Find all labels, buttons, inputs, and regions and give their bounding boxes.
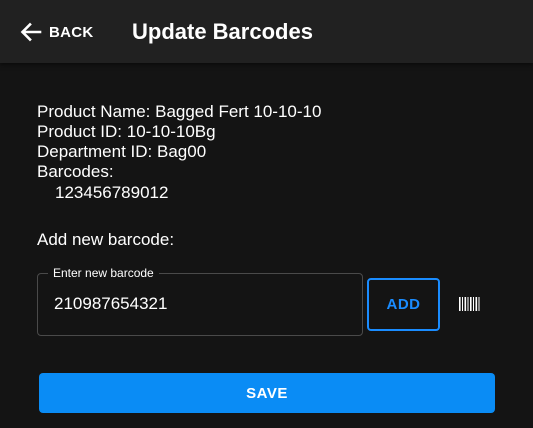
barcode-scan-icon[interactable] xyxy=(456,294,482,314)
back-label: BACK xyxy=(49,23,94,41)
product-info: Product Name: Bagged Fert 10-10-10 Produ… xyxy=(37,102,321,203)
department-id: Department ID: Bag00 xyxy=(37,142,207,161)
product-id: Product ID: 10-10-10Bg xyxy=(37,122,216,141)
back-button[interactable]: BACK xyxy=(20,20,94,44)
new-barcode-field-label: Enter new barcode xyxy=(48,265,159,281)
new-barcode-field: Enter new barcode xyxy=(37,265,363,336)
add-button[interactable]: ADD xyxy=(367,278,440,331)
add-barcode-heading: Add new barcode: xyxy=(37,230,175,249)
top-app-bar: BACK Update Barcodes xyxy=(0,0,533,63)
arrow-left-icon xyxy=(20,22,42,42)
new-barcode-input[interactable] xyxy=(54,292,344,316)
page-title: Update Barcodes xyxy=(132,19,313,44)
save-button[interactable]: SAVE xyxy=(39,373,495,413)
barcode-item: 123456789012 xyxy=(55,183,169,202)
barcodes-label: Barcodes: xyxy=(37,162,114,181)
product-name: Product Name: Bagged Fert 10-10-10 xyxy=(37,102,322,121)
